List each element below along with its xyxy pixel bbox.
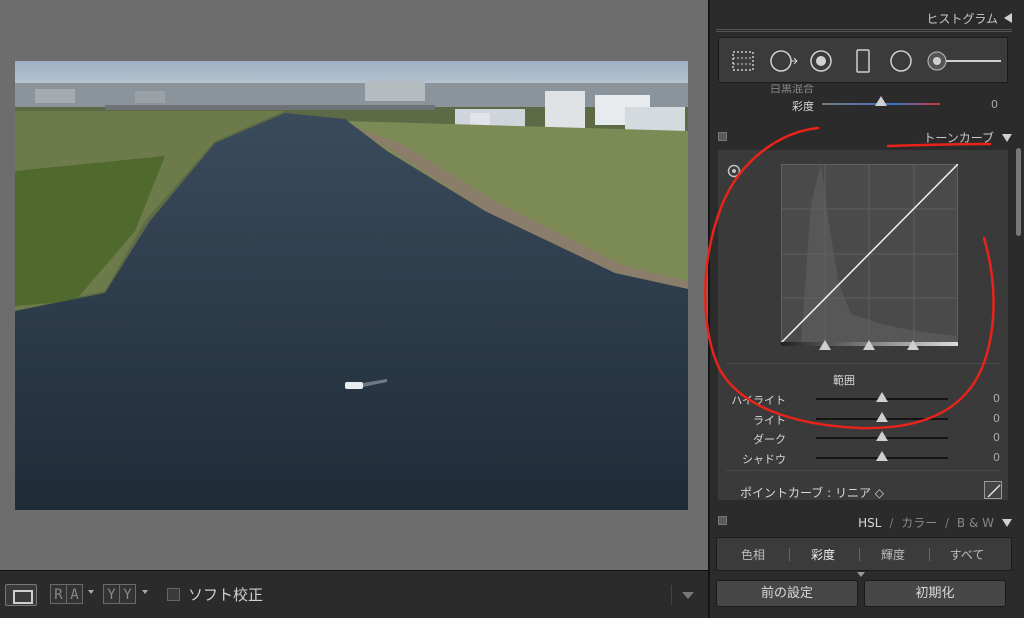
tone-slider-label: ライト [753, 414, 786, 427]
tab-saturation[interactable]: 彩度 [793, 546, 853, 563]
adjustment-brush-icon[interactable] [927, 49, 1003, 73]
expand-down-icon [1002, 519, 1012, 527]
panel-end-marker [857, 572, 865, 577]
tone-curve-graph[interactable] [781, 164, 958, 343]
histogram-divider [716, 29, 1012, 32]
river-photo [15, 61, 688, 510]
bottom-toolbar: RA YY ソフト校正 [0, 570, 708, 618]
reset-button[interactable]: 初期化 [864, 580, 1006, 607]
chevron-down-icon[interactable] [88, 590, 94, 594]
edit-point-curve-icon[interactable] [984, 481, 1002, 499]
develop-panel: ヒストグラム 白黒混合 彩度 0 トーンカーブ 範囲 ハイライト 0 ライト 0… [708, 0, 1024, 618]
tone-slider-label: ダーク [753, 433, 786, 446]
chevron-down-icon[interactable] [142, 590, 148, 594]
divider [726, 363, 1000, 364]
yy-letter: Y [103, 584, 120, 604]
split-point-shadow[interactable] [819, 340, 831, 350]
tone-slider-label: シャドウ [742, 453, 786, 466]
radial-filter-icon[interactable] [889, 49, 913, 73]
point-curve-select[interactable]: ポイントカーブ : リニア ◇ [740, 484, 884, 501]
toolbar-menu-button[interactable] [671, 585, 701, 605]
hsl-tab-bw[interactable]: B & W [957, 516, 994, 530]
histogram-title: ヒストグラム [926, 12, 998, 26]
tab-luminance[interactable]: 輝度 [863, 546, 923, 563]
tab-separator [929, 548, 930, 561]
tool-strip [718, 37, 1008, 83]
split-point-mid[interactable] [863, 340, 875, 350]
tab-separator [859, 548, 860, 561]
red-eye-icon[interactable] [809, 49, 833, 73]
tone-slider-thumb[interactable] [876, 412, 888, 422]
saturation-thumb[interactable] [875, 96, 887, 106]
collapse-left-icon [1004, 13, 1012, 23]
spot-removal-icon[interactable] [769, 49, 799, 73]
cut-off-row-label: 白黒混合 [770, 84, 814, 95]
expand-down-icon [1002, 134, 1012, 142]
hsl-header[interactable]: HSL / カラー / B & W [716, 514, 1012, 531]
tone-slider-thumb[interactable] [876, 392, 888, 402]
tone-slider-value: 0 [993, 392, 1000, 405]
ra-letter: A [66, 584, 83, 604]
tone-slider-value: 0 [993, 431, 1000, 444]
before-after-yy-button[interactable]: YY [103, 584, 136, 606]
tone-curve-section: 範囲 ハイライト 0 ライト 0 ダーク 0 シャドウ 0 ポイントカーブ : リニア ◇ [718, 150, 1008, 500]
tone-slider-label: ハイライト [731, 394, 786, 407]
hsl-separator: / [945, 516, 950, 530]
hsl-tab-color[interactable]: カラー [901, 516, 937, 530]
tone-curve-header[interactable]: トーンカーブ [716, 129, 1012, 146]
split-point-highlight[interactable] [907, 340, 919, 350]
photo-preview[interactable] [15, 61, 688, 510]
tone-curve-title: トーンカーブ [923, 131, 994, 145]
soft-proof-checkbox[interactable] [167, 588, 180, 601]
tab-hue[interactable]: 色相 [723, 546, 783, 563]
hsl-tab-hsl[interactable]: HSL [858, 516, 881, 530]
photo-workspace [0, 0, 708, 570]
target-adjust-icon[interactable] [727, 164, 741, 178]
before-after-ra-button[interactable]: RA [50, 584, 83, 606]
tab-all[interactable]: すべて [937, 546, 997, 563]
range-label: 範囲 [833, 374, 855, 387]
histogram-header[interactable]: ヒストグラム [716, 10, 1012, 27]
previous-settings-button[interactable]: 前の設定 [716, 580, 858, 607]
tone-slider-thumb[interactable] [876, 431, 888, 441]
tab-separator [789, 548, 790, 561]
hsl-subtabs: 色相 彩度 輝度 すべて [716, 537, 1012, 571]
saturation-value: 0 [991, 98, 998, 111]
divider [726, 470, 1000, 471]
soft-proof-label: ソフト校正 [188, 586, 264, 604]
hsl-separator: / [889, 516, 894, 530]
yy-letter: Y [119, 584, 136, 604]
view-mode-button[interactable] [5, 584, 37, 606]
tone-slider-value: 0 [993, 451, 1000, 464]
ra-letter: R [50, 584, 67, 604]
panel-scrollbar[interactable] [1016, 148, 1021, 236]
crop-overlay-icon[interactable] [731, 49, 755, 73]
basic-section-partial: 白黒混合 彩度 0 [716, 84, 1012, 120]
tone-slider-value: 0 [993, 412, 1000, 425]
tone-slider-thumb[interactable] [876, 451, 888, 461]
graduated-filter-icon[interactable] [851, 49, 875, 73]
saturation-label: 彩度 [792, 100, 814, 113]
